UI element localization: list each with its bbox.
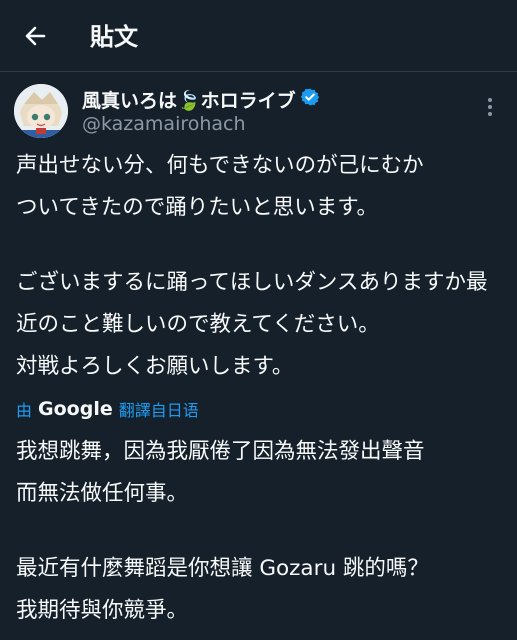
- author-name[interactable]: 風真いろは🍃ホロライブ: [82, 86, 296, 113]
- post-line: 声出せない分、何もできないのが己にむか: [16, 153, 424, 178]
- author-handle[interactable]: @kazamairohach: [82, 113, 246, 135]
- translated-text: 最近有什麼舞蹈是你想讓 Gozaru 跳的嗎？ 我期待與你競爭。: [16, 548, 506, 632]
- post-text: ございまするに踊ってほしいダンスありますか最 近のこと難しいので教えてください。…: [16, 262, 506, 388]
- author-name-row[interactable]: 風真いろは🍃ホロライブ: [82, 86, 320, 112]
- translation-attribution: 由 Google 翻譯自日语: [16, 396, 199, 422]
- translated-line: 我想跳舞，因為我厭倦了因為無法發出聲音: [16, 439, 425, 464]
- post-text: 声出せない分、何もできないのが己にむか ついてきたので踊りたいと思います。: [16, 145, 506, 229]
- translated-line: 最近有什麼舞蹈是你想讓 Gozaru 跳的嗎？: [16, 556, 429, 581]
- translated-line: 而無法做任何事。: [16, 481, 189, 506]
- translated-text: 我想跳舞，因為我厭倦了因為無法發出聲音 而無法做任何事。: [16, 431, 506, 515]
- google-logo: Google: [38, 398, 113, 420]
- post-line: ございまするに踊ってほしいダンスありますか最: [16, 270, 488, 295]
- verified-badge-icon: [300, 87, 320, 112]
- more-vertical-icon[interactable]: [482, 96, 498, 118]
- post-line: 近のこと難しいので教えてください。: [16, 312, 380, 337]
- translated-by-label: 由: [16, 401, 33, 420]
- back-arrow-icon[interactable]: [22, 22, 50, 50]
- page-title: 貼文: [90, 23, 138, 51]
- post-line: 対戦よろしくお願いします。: [16, 354, 294, 379]
- translated-from-link[interactable]: 翻譯自日语: [119, 397, 199, 421]
- top-bar: 貼文: [0, 0, 517, 72]
- avatar[interactable]: [14, 84, 68, 138]
- post-line: ついてきたので踊りたいと思います。: [16, 195, 379, 220]
- translated-line: 我期待與你競爭。: [16, 598, 189, 623]
